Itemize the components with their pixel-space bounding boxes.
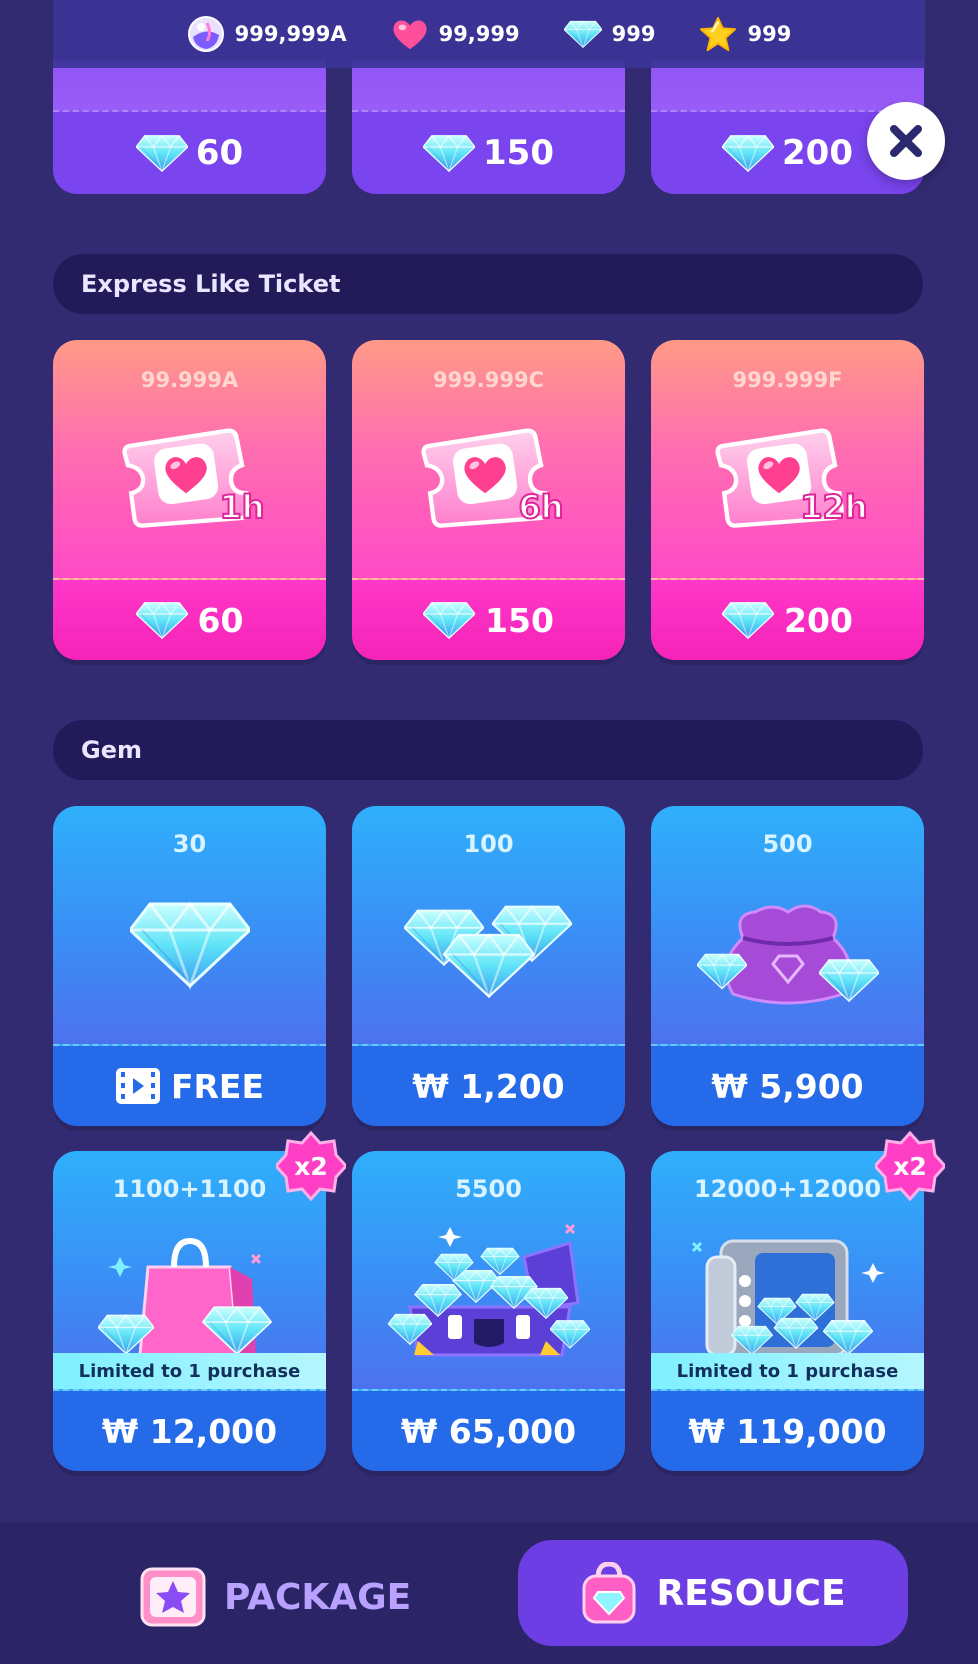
gem-icon [423, 134, 475, 172]
buy-button[interactable]: 150 [352, 112, 625, 194]
price-label: 200 [784, 600, 853, 640]
price-label: ₩ 5,900 [711, 1066, 864, 1106]
buy-button[interactable]: ₩ 5,900 [651, 1046, 924, 1126]
close-icon [890, 125, 922, 157]
price-label: ₩ 65,000 [400, 1411, 577, 1451]
gem-card-30[interactable]: 30 FREE [53, 806, 326, 1126]
section-title: Express Like Ticket [81, 270, 341, 298]
ticket-duration: 6h [517, 487, 564, 527]
gem-icon [136, 134, 188, 172]
gem-card-100[interactable]: 100 ₩ 1,200 [352, 806, 625, 1126]
price-label: FREE [170, 1066, 265, 1106]
currency-heart-value: 99,999 [438, 22, 520, 46]
currency-gem: 999 [564, 15, 656, 53]
item-amount: 30 [172, 830, 207, 858]
price-label: ₩ 1,200 [412, 1066, 565, 1106]
close-button[interactable] [867, 102, 945, 180]
currency-potion: 999,999A [187, 15, 347, 53]
price-label: ₩ 12,000 [101, 1411, 278, 1451]
gem-card-5500[interactable]: 5500 ₩ 65,000 [352, 1151, 625, 1471]
gem-icon [722, 601, 774, 639]
item-amount: 999.999F [732, 368, 843, 392]
item-amount: 5500 [455, 1175, 522, 1203]
buy-button[interactable]: 150 [352, 580, 625, 660]
gem-pile-icon [352, 898, 625, 998]
currency-star: 999 [699, 15, 791, 53]
shopping-bag-icon [53, 1227, 326, 1355]
like-ticket-icon: 12h [651, 422, 924, 532]
express-like-card-6h[interactable]: 999.999C 6h 150 [352, 340, 625, 660]
price-label: 150 [483, 133, 554, 173]
item-amount: 100 [463, 830, 514, 858]
nav-tab-label: PACKAGE [224, 1576, 412, 1618]
express-like-card-1h[interactable]: 99.999A 1h 60 [53, 340, 326, 660]
badge-label: x2 [893, 1151, 927, 1181]
potion-orb-icon [187, 15, 225, 53]
currency-bar: 999,999A 99,999 999 999 [53, 0, 925, 68]
ticket-duration: 12h [799, 487, 868, 527]
top-item-card[interactable]: 60 [53, 60, 326, 194]
currency-star-value: 999 [747, 22, 792, 46]
section-header-gem: Gem [53, 720, 923, 780]
gem-icon [722, 134, 774, 172]
nav-tab-resource[interactable]: RESOUCE [518, 1540, 908, 1646]
x2-badge: x2 [875, 1131, 945, 1201]
badge-label: x2 [294, 1151, 328, 1181]
price-label: 60 [195, 133, 244, 173]
heart-icon [391, 15, 429, 53]
currency-gem-value: 999 [611, 22, 656, 46]
gem-icon [136, 601, 188, 639]
ticket-duration: 1h [218, 487, 265, 527]
like-ticket-icon: 1h [53, 422, 326, 532]
currency-potion-value: 999,999A [234, 22, 347, 46]
section-header-express-like: Express Like Ticket [53, 254, 923, 314]
video-icon [115, 1068, 160, 1104]
price-label: 200 [782, 133, 853, 173]
gem-icon [423, 601, 475, 639]
buy-button[interactable]: ₩ 12,000 [53, 1391, 326, 1471]
like-ticket-icon: 6h [352, 422, 625, 532]
item-amount: 500 [762, 830, 813, 858]
watch-ad-button[interactable]: FREE [53, 1046, 326, 1126]
item-amount: 999.999C [432, 368, 545, 392]
buy-button[interactable]: ₩ 65,000 [352, 1391, 625, 1471]
gem-icon [53, 898, 326, 990]
gem-card-500[interactable]: 500 ₩ 5,900 [651, 806, 924, 1126]
price-label: ₩ 119,000 [688, 1411, 887, 1451]
limited-purchase-label: Limited to 1 purchase [53, 1353, 326, 1389]
price-label: 60 [197, 600, 244, 640]
x2-badge: x2 [276, 1131, 346, 1201]
section-title: Gem [81, 736, 142, 764]
star-icon [699, 15, 737, 53]
top-item-card[interactable]: 150 [352, 60, 625, 194]
limited-purchase-label: Limited to 1 purchase [651, 1353, 924, 1389]
buy-button[interactable]: 60 [53, 580, 326, 660]
gem-icon [564, 15, 602, 53]
item-amount: 99.999A [140, 368, 239, 392]
bottom-nav: PACKAGE RESOUCE [0, 1522, 978, 1664]
gem-pouch-icon [651, 894, 924, 1006]
gem-bag-icon [582, 1562, 636, 1624]
vault-safe-icon [651, 1227, 924, 1355]
express-like-card-12h[interactable]: 999.999F 12h 200 [651, 340, 924, 660]
price-label: 150 [485, 600, 554, 640]
buy-button[interactable]: ₩ 1,200 [352, 1046, 625, 1126]
package-star-icon [140, 1567, 206, 1627]
nav-tab-label: RESOUCE [656, 1572, 846, 1614]
buy-button[interactable]: 60 [53, 112, 326, 194]
buy-button[interactable]: 200 [651, 580, 924, 660]
treasure-chest-icon [352, 1223, 625, 1363]
nav-tab-package[interactable]: PACKAGE [140, 1562, 411, 1632]
currency-heart: 99,999 [391, 15, 520, 53]
buy-button[interactable]: ₩ 119,000 [651, 1391, 924, 1471]
